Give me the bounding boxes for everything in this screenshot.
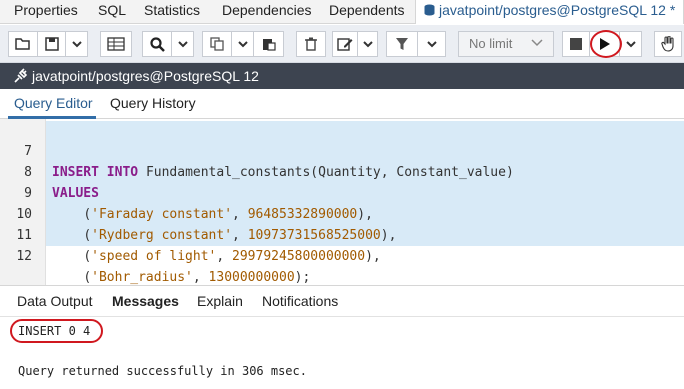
edit-icon — [337, 38, 353, 51]
code-line: 12 ('Bohr_radius', 13000000000); — [0, 225, 684, 285]
filter-dropdown-button[interactable] — [418, 31, 446, 57]
tab-query-editor[interactable]: Query Editor — [14, 95, 93, 111]
tab-sql[interactable]: SQL — [98, 2, 126, 18]
filter-button[interactable] — [386, 31, 418, 57]
query-tab-bar: Query Editor Query History — [0, 89, 684, 119]
string-literal: 'Bohr_radius' — [91, 270, 193, 285]
edit-button[interactable] — [332, 31, 358, 57]
tab-explain[interactable]: Explain — [197, 293, 243, 309]
edit-dropdown-button[interactable] — [358, 31, 378, 57]
stop-button[interactable] — [562, 31, 590, 57]
tab-statistics[interactable]: Statistics — [144, 2, 200, 18]
tab-dependencies[interactable]: Dependencies — [222, 2, 312, 18]
find-dropdown-button[interactable] — [172, 31, 194, 57]
chevron-down-icon — [177, 40, 188, 47]
chevron-down-icon — [531, 39, 543, 47]
execute-dropdown-button[interactable] — [620, 31, 642, 57]
execute-highlight-circle — [590, 30, 622, 58]
database-icon — [424, 4, 435, 16]
save-button[interactable] — [38, 31, 66, 57]
chevron-down-icon — [237, 40, 248, 47]
tab-notifications[interactable]: Notifications — [262, 293, 338, 309]
paste-icon — [262, 39, 276, 51]
query-toolbar: No limit — [0, 25, 684, 63]
code-punctuation: ); — [294, 270, 311, 285]
output-tab-bar: Data Output Messages Explain Notificatio… — [0, 285, 684, 317]
top-tab-bar: Properties SQL Statistics Dependencies D… — [0, 0, 684, 24]
tab-query-history[interactable]: Query History — [110, 95, 196, 111]
code-line: 10 ('Rydberg constant', 1097373156852500… — [0, 183, 684, 243]
hand-icon — [661, 36, 674, 52]
code-line: 9 ('Faraday constant', 96485332890000), — [0, 162, 684, 222]
chevron-down-icon — [71, 40, 82, 47]
number-literal: 13000000000 — [208, 270, 295, 285]
code-punctuation: ), — [365, 249, 381, 264]
find-button[interactable] — [142, 31, 172, 57]
sql-editor[interactable]: 7 INSERT INTO Fundamental_constants(Quan… — [0, 119, 684, 285]
grid-icon — [107, 37, 125, 51]
chevron-down-icon — [625, 40, 636, 47]
chevron-down-icon — [362, 40, 373, 47]
tab-properties[interactable]: Properties — [14, 2, 78, 18]
connection-label: javatpoint/postgres@PostgreSQL 12 — [32, 68, 259, 84]
open-file-button[interactable] — [8, 31, 38, 57]
grid-view-button[interactable] — [100, 31, 132, 57]
tab-query-tool[interactable]: javatpoint/postgres@PostgreSQL 12 * — [415, 0, 684, 24]
stop-icon — [570, 38, 582, 50]
chevron-down-icon — [426, 40, 437, 47]
copy-dropdown-button[interactable] — [232, 31, 254, 57]
line-number: 12 — [16, 249, 32, 264]
connection-bar: javatpoint/postgres@PostgreSQL 12 — [0, 63, 684, 89]
search-icon — [149, 36, 165, 52]
code-line: 7 INSERT INTO Fundamental_constants(Quan… — [0, 120, 684, 180]
row-limit-select[interactable]: No limit — [458, 31, 554, 57]
result-highlight-circle — [10, 319, 103, 343]
number-literal: 29979245800000000 — [232, 249, 366, 264]
code-line: 8 VALUES — [0, 141, 684, 201]
tab-data-output[interactable]: Data Output — [17, 293, 93, 309]
code-line: 11 ('speed of light', 29979245800000000)… — [0, 204, 684, 264]
delete-icon — [305, 37, 317, 51]
macros-button[interactable] — [654, 31, 682, 57]
tab-messages[interactable]: Messages — [112, 293, 179, 309]
status-message: Query returned successfully in 306 msec. — [18, 364, 307, 378]
save-icon — [44, 37, 59, 51]
string-literal: 'speed of light' — [91, 249, 217, 264]
filter-icon — [396, 38, 408, 50]
copy-icon — [210, 37, 224, 51]
delete-button[interactable] — [296, 31, 326, 57]
save-dropdown-button[interactable] — [66, 31, 88, 57]
tab-query-tool-label: javatpoint/postgres@PostgreSQL 12 * — [439, 2, 676, 18]
open-file-icon — [15, 38, 30, 50]
tab-dependents[interactable]: Dependents — [329, 2, 405, 18]
copy-button[interactable] — [202, 31, 232, 57]
plug-icon — [14, 68, 27, 83]
row-limit-value: No limit — [469, 36, 513, 51]
paste-button[interactable] — [254, 31, 284, 57]
